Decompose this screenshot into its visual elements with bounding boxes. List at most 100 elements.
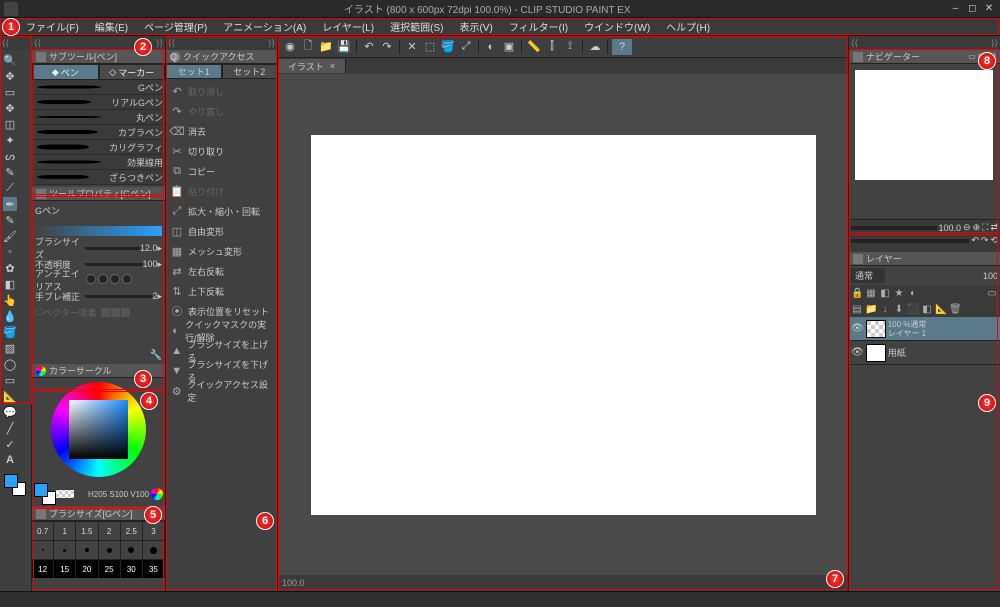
minimize-button[interactable]: – [948, 3, 962, 15]
tool-pencil[interactable]: ✎ [3, 213, 17, 227]
scale-icon[interactable]: ⤢ [458, 39, 474, 55]
menu-filter[interactable]: フィルター(I) [501, 19, 576, 34]
select-border-icon[interactable]: ▣ [501, 39, 517, 55]
zoomin-icon[interactable]: ⊕ [973, 222, 981, 233]
pen-item[interactable]: ざらつきペン [32, 170, 165, 185]
checkbox-icon[interactable]: ☐ [35, 307, 43, 318]
clipstudio-icon[interactable]: ◉ [282, 39, 298, 55]
tool-eraser[interactable]: ◧ [3, 277, 17, 291]
brushsize-slider[interactable] [85, 247, 140, 250]
qa-item[interactable]: ⚙クイックアクセス設定 [166, 381, 277, 401]
ref-icon[interactable]: ★ [893, 288, 905, 299]
canvas[interactable] [311, 135, 816, 515]
tool-frame[interactable]: ▭ [3, 373, 17, 387]
zoomout-icon[interactable]: ⊖ [963, 222, 971, 233]
link-icon[interactable]: ▸ [157, 259, 162, 270]
visibility-icon[interactable]: 👁 [851, 323, 864, 334]
redo-icon[interactable]: ↷ [379, 39, 395, 55]
cloud-icon[interactable]: ☁ [587, 39, 603, 55]
color-circle[interactable] [51, 382, 146, 477]
clip-icon[interactable]: ◧ [879, 288, 891, 299]
tool-deco[interactable]: ✿ [3, 261, 17, 275]
tool-correct[interactable]: ✓ [3, 437, 17, 451]
brush-preset[interactable]: 2.5 [121, 522, 143, 540]
pen-item[interactable]: 丸ペン [32, 110, 165, 125]
menu-animation[interactable]: アニメーション(A) [215, 19, 314, 34]
brush-preset[interactable]: 0.7 [32, 522, 54, 540]
menu-layer[interactable]: レイヤー(L) [314, 19, 382, 34]
expand-icon[interactable]: ⟩⟩ [991, 38, 998, 49]
menu-window[interactable]: ウインドウ(W) [576, 19, 658, 34]
tool-pen[interactable]: ✒ [3, 197, 17, 211]
brush-preset[interactable]: 3 [143, 522, 165, 540]
menu-selection[interactable]: 選択範囲(S) [382, 19, 451, 34]
snap2-icon[interactable]: ⟟ [562, 39, 578, 55]
colorwheel-icon[interactable] [151, 488, 163, 500]
menu-view[interactable]: 表示(V) [451, 19, 500, 34]
link-icon[interactable]: ▸ [157, 291, 162, 302]
reset-icon[interactable]: ⟲ [990, 235, 998, 246]
blendmode-dropdown[interactable]: 通常 [851, 268, 885, 283]
tool-layermove[interactable]: ✥ [3, 101, 17, 115]
qa-item[interactable]: ⇄左右反転 [166, 261, 277, 281]
combine-icon[interactable]: ⬇ [893, 304, 905, 315]
transfer-icon[interactable]: ↓ [879, 304, 891, 315]
brush-dot[interactable] [99, 541, 121, 559]
help-icon[interactable]: ? [612, 39, 632, 55]
qa-item[interactable]: ↶取り消し [166, 81, 277, 101]
lock-icon[interactable]: 🔒 [851, 288, 863, 299]
tool-autoselect[interactable]: ✦ [3, 133, 17, 147]
undo-icon[interactable]: ↶ [361, 39, 377, 55]
tool-eyedropper[interactable]: ⟋ [3, 181, 17, 195]
delete-icon[interactable]: ✕ [404, 39, 420, 55]
tool-airbrush[interactable]: ◦ [3, 245, 17, 259]
subtool-tab-pen[interactable]: ◆ペン [32, 64, 99, 80]
tool-fill[interactable]: 🪣 [3, 325, 17, 339]
lockpixel-icon[interactable]: ▦ [865, 288, 877, 299]
ruler-icon[interactable]: 📏 [526, 39, 542, 55]
brush-dot[interactable] [54, 541, 76, 559]
open-icon[interactable]: 📁 [318, 39, 334, 55]
draft-icon[interactable]: ◐ [907, 288, 919, 299]
collapse-icon[interactable]: ⟨⟨ [168, 38, 175, 49]
qa-item[interactable]: ⇅上下反転 [166, 281, 277, 301]
collapse-icon[interactable]: ⟨⟨ [34, 38, 41, 49]
flip-icon[interactable]: ⇄ [990, 222, 998, 233]
layer-row[interactable]: 👁 100 %通常レイヤー 1 [849, 317, 1000, 341]
qa-item[interactable]: ✂切り取り [166, 141, 277, 161]
tool-text[interactable]: A [3, 453, 17, 467]
qa-item[interactable]: ↷やり直し [166, 101, 277, 121]
snap-icon[interactable]: ⫿ [544, 39, 560, 55]
new-icon[interactable]: 🗋 [300, 39, 316, 55]
tool-operation[interactable]: ▭ [3, 85, 17, 99]
pen-item[interactable]: 効果線用 [32, 155, 165, 170]
collapse-icon[interactable]: ⟨⟨ [2, 38, 9, 49]
rotate-slider[interactable] [851, 239, 969, 243]
qa-item[interactable]: ◫自由変形 [166, 221, 277, 241]
zoom-slider[interactable] [851, 226, 937, 230]
brush-preset[interactable]: 1 [54, 522, 76, 540]
tool-line[interactable]: ╱ [3, 421, 17, 435]
stabilize-slider[interactable] [85, 295, 152, 298]
navigator-preview[interactable] [855, 70, 993, 180]
maximize-button[interactable]: ◻ [965, 3, 979, 15]
tool-move[interactable]: ✥ [3, 69, 17, 83]
brush-preset[interactable]: 20 [76, 560, 98, 578]
visibility-icon[interactable]: 👁 [851, 347, 864, 358]
expand-icon[interactable]: ⟩⟩ [156, 38, 163, 49]
expand-icon[interactable]: ⟩⟩ [268, 38, 275, 49]
brush-dot[interactable] [143, 541, 165, 559]
pen-item[interactable]: Gペン [32, 80, 165, 95]
layermask-icon[interactable]: ▭ [986, 288, 998, 299]
menu-file[interactable]: ファイル(F) [18, 19, 87, 34]
qa-item[interactable]: 📋貼り付け [166, 181, 277, 201]
close-tab-icon[interactable]: × [330, 61, 335, 71]
tool-selectpen[interactable]: ✎ [3, 165, 17, 179]
toolprop-tab[interactable]: ツールプロパティ[Gペン] [32, 187, 165, 201]
layer-row[interactable]: 👁 用紙 [849, 341, 1000, 365]
brush-preset[interactable]: 15 [54, 560, 76, 578]
newcolor-icon[interactable]: ⬛ [907, 304, 919, 315]
close-button[interactable]: ✕ [982, 3, 996, 15]
select-invert-icon[interactable]: ◐ [483, 39, 499, 55]
tool-brush[interactable]: 🖌 [3, 229, 17, 243]
